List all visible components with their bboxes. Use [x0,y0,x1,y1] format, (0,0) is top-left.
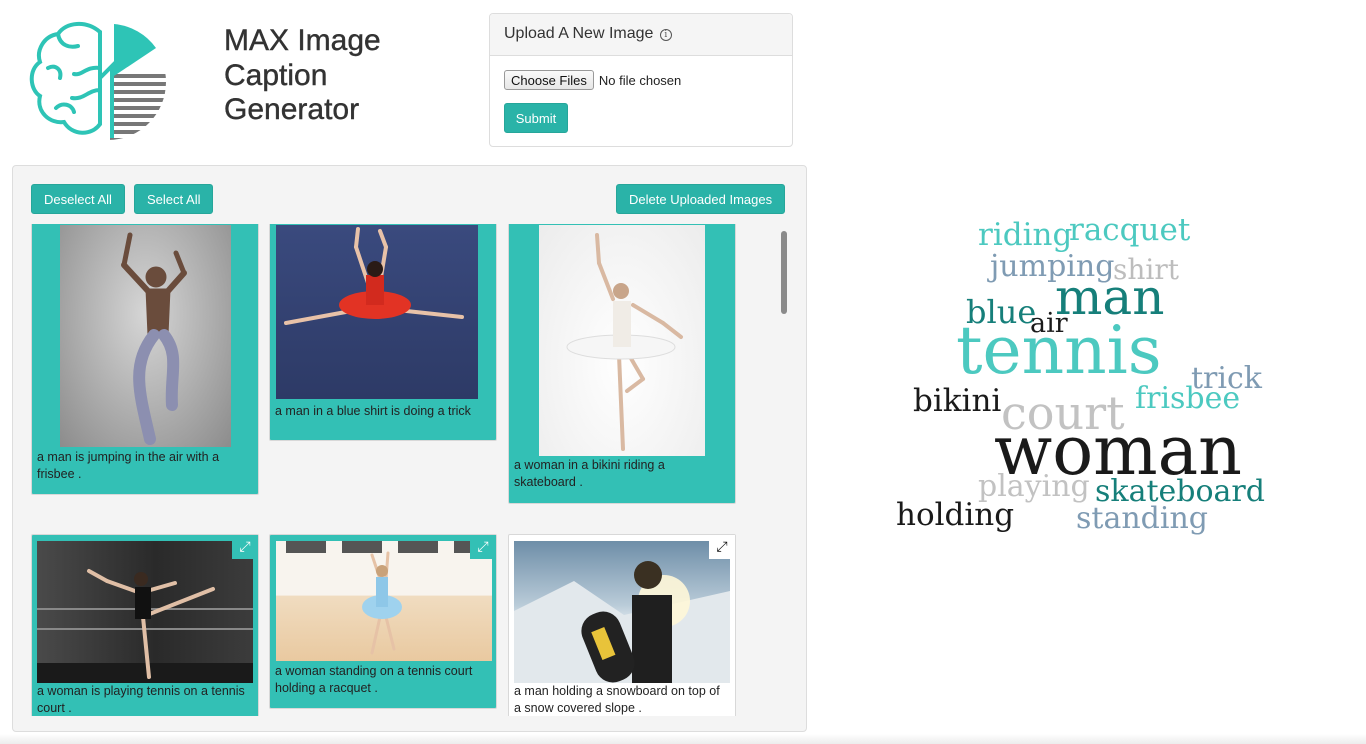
upload-panel: Upload A New Image i Choose Files No fil… [489,13,793,147]
gallery-panel: Deselect All Select All Delete Uploaded … [12,165,807,732]
image-card[interactable]: a man is jumping in the air with a frisb… [31,224,259,495]
expand-icon[interactable]: ⤢ [709,535,735,559]
image-card[interactable]: a man in a blue shirt is doing a trick ⤢ [269,224,497,441]
choose-files-button[interactable]: Choose Files [504,70,594,90]
word-cloud-word[interactable]: riding [978,220,1072,251]
file-status: No file chosen [598,72,682,88]
word-cloud-word[interactable]: holding [896,500,1014,531]
app-title: MAX Image Caption Generator [224,24,381,128]
select-all-button[interactable]: Select All [134,184,214,214]
delete-uploaded-images-button[interactable]: Delete Uploaded Images [616,184,786,214]
image-grid[interactable]: a man is jumping in the air with a frisb… [13,224,806,716]
word-cloud-word[interactable]: standing [1076,504,1208,534]
word-cloud-word[interactable]: tennis [956,318,1162,384]
image-thumbnail[interactable] [539,225,705,456]
image-thumbnail[interactable] [514,541,730,683]
brain-logo-icon [26,18,170,146]
file-input[interactable]: Choose Files No file chosen [504,70,681,90]
image-thumbnail[interactable] [276,541,492,661]
app-title-line: MAX Image [224,24,381,57]
image-thumbnail[interactable] [276,225,478,399]
image-card[interactable]: a man holding a snowboard on top of a sn… [508,534,736,716]
scrollbar-thumb[interactable] [781,231,787,314]
expand-icon[interactable]: ⤢ [232,535,258,559]
image-thumbnail[interactable] [37,541,253,683]
image-caption: a man in a blue shirt is doing a trick [275,404,471,418]
submit-button[interactable]: Submit [504,103,568,133]
page-bottom-edge [0,734,1366,744]
image-card[interactable]: a woman in a bikini riding a skateboard … [508,224,736,504]
image-caption: a man holding a snowboard on top of a sn… [514,684,720,715]
expand-icon[interactable]: ⤢ [470,224,496,225]
word-cloud-word[interactable]: bikini [913,386,1001,417]
expand-icon[interactable]: ⤢ [470,535,496,559]
image-caption: a woman is playing tennis on a tennis co… [37,684,245,715]
image-caption: a man is jumping in the air with a frisb… [37,450,220,481]
app-title-line: Generator [224,93,360,126]
image-card[interactable]: a woman standing on a tennis court holdi… [269,534,497,709]
app-title-line: Caption [224,58,328,92]
word-cloud-word[interactable]: frisbee [1135,384,1240,414]
upload-heading-text: Upload A New Image [504,25,654,42]
image-thumbnail[interactable] [60,225,231,447]
info-icon[interactable]: i [659,29,672,41]
word-cloud-word[interactable]: racquet [1069,215,1190,246]
deselect-all-button[interactable]: Deselect All [31,184,125,214]
upload-panel-heading: Upload A New Image i [490,14,792,56]
word-cloud: riding racquet jumping shirt man blue ai… [880,200,1300,560]
image-caption: a woman standing on a tennis court holdi… [275,664,473,695]
image-card[interactable]: a woman is playing tennis on a tennis co… [31,534,259,716]
image-caption: a woman in a bikini riding a skateboard … [514,458,665,489]
